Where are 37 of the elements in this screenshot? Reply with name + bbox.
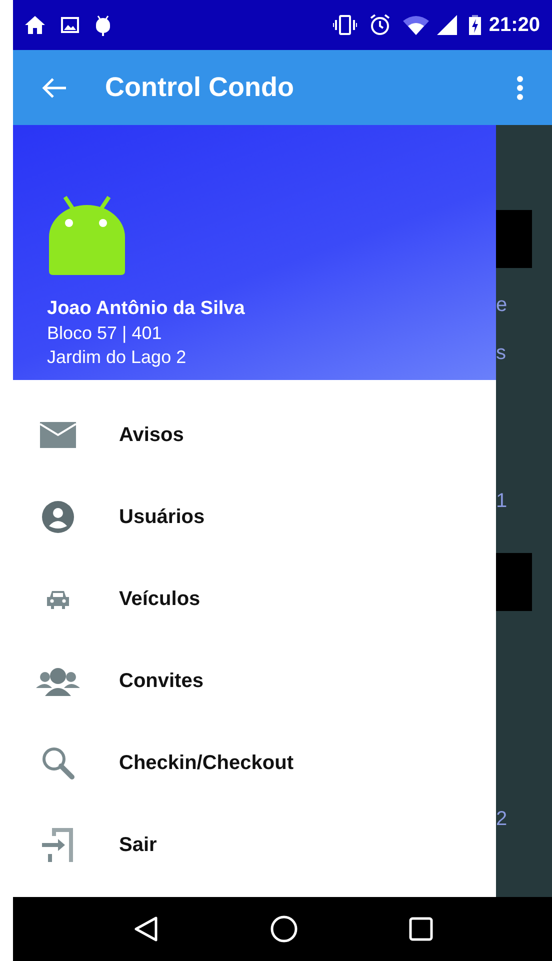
text-fragment: 1	[496, 489, 508, 513]
android-icon	[95, 14, 111, 36]
condo-name: Jardim do Lago 2	[47, 346, 188, 369]
alarm-icon	[368, 14, 391, 36]
account-icon	[42, 501, 74, 533]
text-fragment: s	[496, 341, 507, 365]
dark-panel	[496, 553, 532, 611]
status-time: 21:20	[488, 13, 540, 38]
home-icon	[25, 16, 45, 34]
search-icon	[41, 746, 75, 780]
exit-icon	[42, 828, 74, 862]
more-options-icon[interactable]	[516, 74, 524, 100]
vibrate-icon	[332, 15, 357, 35]
recents-icon[interactable]	[408, 917, 432, 941]
back-icon[interactable]	[132, 916, 158, 942]
battery-icon	[468, 15, 481, 35]
text-fragment: 2	[496, 807, 508, 831]
text-fragment: e	[496, 293, 508, 317]
home-icon[interactable]	[270, 915, 298, 943]
user-unit: Bloco 57 | 401	[47, 322, 163, 345]
wifi-icon	[402, 15, 429, 35]
group-icon	[36, 666, 80, 696]
mail-icon	[40, 422, 76, 448]
drawer-item[interactable]: Veículos	[13, 558, 496, 640]
back-arrow-icon[interactable]	[41, 76, 67, 98]
car-icon	[46, 589, 70, 609]
image-icon	[61, 17, 79, 33]
user-name: Joao Antônio da Silva	[47, 297, 246, 321]
signal-icon	[436, 15, 457, 35]
drawer-item[interactable]: Sair	[13, 804, 496, 886]
drawer-item[interactable]: Checkin/Checkout	[13, 722, 496, 804]
drawer-item[interactable]: Usuários	[13, 476, 496, 558]
app-title: Control Condo	[105, 71, 294, 104]
drawer-item[interactable]: Convites	[13, 640, 496, 722]
dark-panel	[496, 210, 532, 268]
drawer-item[interactable]: Avisos	[13, 394, 496, 476]
android-logo-icon	[47, 193, 127, 275]
